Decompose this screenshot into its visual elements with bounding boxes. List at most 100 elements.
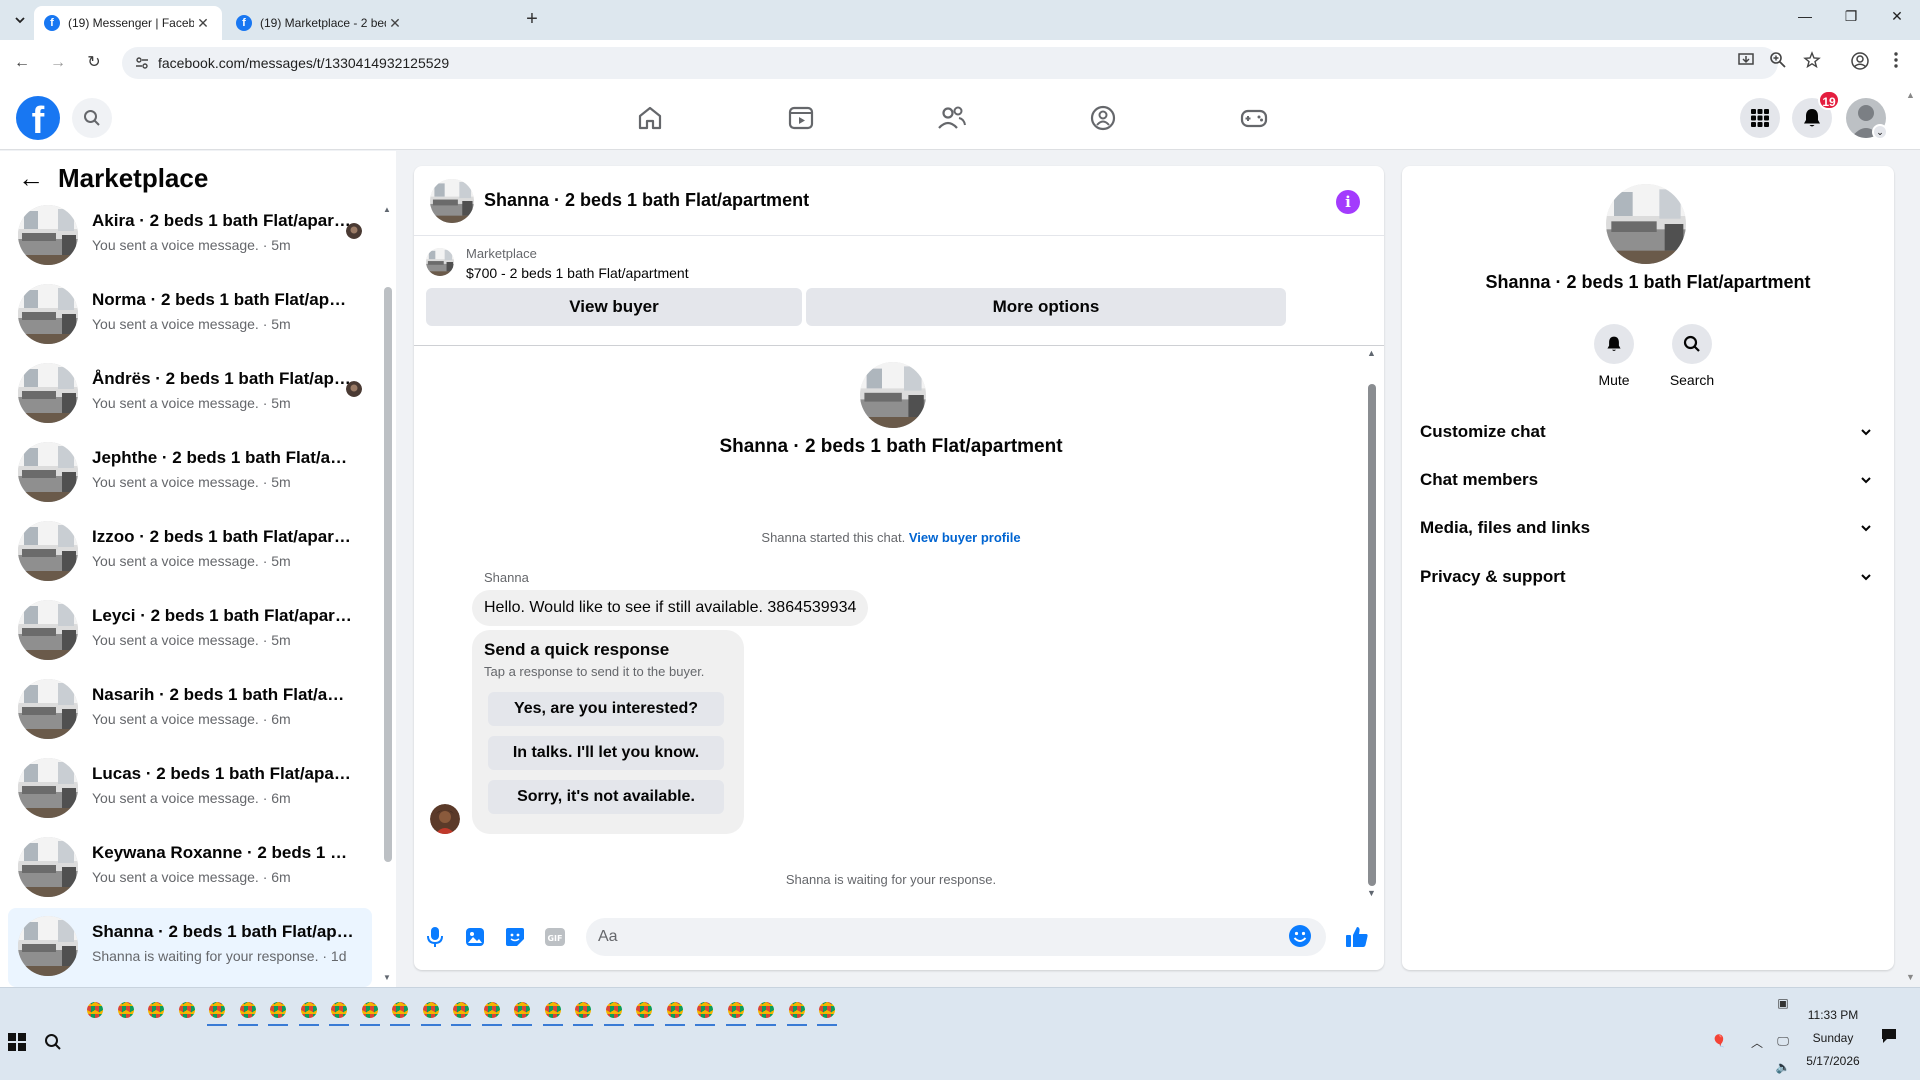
nav-groups[interactable] <box>1087 102 1119 134</box>
start-button[interactable] <box>8 1033 28 1053</box>
conversation-item[interactable]: Åndrës · 2 beds 1 bath Flat/apartment You… <box>8 355 372 434</box>
taskbar-app-icon[interactable] <box>80 994 111 1026</box>
taskbar-app-icon[interactable] <box>751 994 782 1026</box>
taskbar-app-icon[interactable] <box>385 994 416 1026</box>
chat-scroll-down-arrow[interactable]: ▼ <box>1367 888 1376 898</box>
emoji-button[interactable] <box>1288 924 1314 950</box>
listing-thumbnail[interactable] <box>426 248 454 276</box>
chat-scrollbar[interactable] <box>1368 384 1376 886</box>
browser-menu-icon[interactable] <box>1884 51 1908 75</box>
attach-photo-button[interactable] <box>462 924 488 950</box>
nav-home[interactable] <box>634 102 666 134</box>
nav-gaming[interactable] <box>1238 102 1270 134</box>
section-customize-chat[interactable]: Customize chat <box>1410 410 1886 454</box>
taskbar-app-icon[interactable] <box>111 994 142 1026</box>
message-input[interactable]: Aa <box>586 918 1326 956</box>
search-in-chat-button[interactable] <box>1672 324 1712 364</box>
section-chat-members[interactable]: Chat members <box>1410 458 1886 502</box>
taskbar-app-icon[interactable] <box>416 994 447 1026</box>
taskbar-app-icon[interactable] <box>538 994 569 1026</box>
taskbar-app-icon[interactable] <box>629 994 660 1026</box>
chat-avatar[interactable] <box>430 179 474 223</box>
tab-close-icon[interactable]: ✕ <box>194 15 212 32</box>
search-action[interactable]: Search <box>1662 324 1722 388</box>
nav-friends[interactable] <box>936 102 968 134</box>
close-window-button[interactable]: ✕ <box>1882 8 1912 32</box>
conversation-item[interactable]: Izzoo · 2 beds 1 bath Flat/apartment You … <box>8 513 372 592</box>
minimize-button[interactable]: — <box>1790 8 1820 32</box>
taskbar-app-icon[interactable] <box>568 994 599 1026</box>
quick-reply-not-available[interactable]: Sorry, it's not available. <box>488 780 724 814</box>
menu-button[interactable] <box>1740 98 1780 138</box>
tab-search-button[interactable] <box>8 8 32 32</box>
profile-icon[interactable] <box>1848 51 1872 75</box>
taskbar-clock[interactable]: 11:33 PM Sunday 5/17/2026 <box>1788 1004 1878 1073</box>
zoom-icon[interactable] <box>1766 51 1790 75</box>
taskbar-app-icon[interactable] <box>507 994 538 1026</box>
chat-scroll-up-arrow[interactable]: ▲ <box>1367 348 1376 358</box>
conversation-item[interactable]: Akira · 2 beds 1 bath Flat/apartment You … <box>8 197 372 276</box>
voice-clip-button[interactable] <box>422 924 448 950</box>
sender-avatar[interactable] <box>430 804 460 834</box>
site-settings-icon[interactable] <box>134 55 150 71</box>
bookmark-star-icon[interactable] <box>1800 51 1824 75</box>
taskbar-app-icon[interactable] <box>812 994 843 1026</box>
taskbar-search-button[interactable] <box>44 1033 64 1053</box>
back-arrow-icon[interactable]: ← <box>18 163 44 194</box>
taskbar-app-icon[interactable] <box>782 994 813 1026</box>
listing-title[interactable]: $700 - 2 beds 1 bath Flat/apartment <box>466 265 689 281</box>
page-scroll-up-arrow[interactable]: ▲ <box>1906 90 1918 100</box>
install-app-icon[interactable] <box>1734 51 1758 75</box>
info-icon[interactable]: i <box>1336 190 1360 214</box>
taskbar-app-icon[interactable] <box>721 994 752 1026</box>
list-scroll-down-arrow[interactable]: ▼ <box>383 973 391 982</box>
taskbar-app-icon[interactable] <box>690 994 721 1026</box>
account-caret-icon[interactable]: ⌄ <box>1872 124 1888 140</box>
notification-center-icon[interactable] <box>1880 1028 1898 1046</box>
forward-button[interactable]: → <box>46 51 70 75</box>
view-buyer-button[interactable]: View buyer <box>426 288 802 326</box>
taskbar-app-icon[interactable] <box>324 994 355 1026</box>
taskbar-app-icon[interactable] <box>477 994 508 1026</box>
nav-video[interactable] <box>785 102 817 134</box>
mute-button[interactable] <box>1594 324 1634 364</box>
conversation-item[interactable]: Jephthe · 2 beds 1 bath Flat/apartment Yo… <box>8 434 372 513</box>
list-scrollbar[interactable] <box>384 287 392 862</box>
conversation-item[interactable]: Keywana Roxanne · 2 beds 1 bath Flat/apa… <box>8 829 372 908</box>
incoming-message-bubble[interactable]: Hello. Would like to see if still availa… <box>472 590 869 626</box>
facebook-search-button[interactable] <box>72 98 112 138</box>
new-tab-button[interactable]: + <box>520 8 544 32</box>
taskbar-app-icon[interactable] <box>233 994 264 1026</box>
reload-button[interactable]: ↻ <box>82 51 106 75</box>
restore-button[interactable]: ❐ <box>1836 8 1866 32</box>
taskbar-app-icon[interactable] <box>446 994 477 1026</box>
conversation-item[interactable]: Nasarih · 2 beds 1 bath Flat/apartment Yo… <box>8 671 372 750</box>
taskbar-app-icon[interactable] <box>660 994 691 1026</box>
facebook-logo[interactable]: f <box>16 96 60 142</box>
list-scroll-up-arrow[interactable]: ▲ <box>383 205 391 214</box>
info-avatar[interactable] <box>1606 184 1686 264</box>
taskbar-app-icon[interactable] <box>294 994 325 1026</box>
tab-marketplace[interactable]: f (19) Marketplace - 2 beds 1 bath ✕ <box>226 6 414 40</box>
address-bar[interactable]: facebook.com/messages/t/1330414932125529 <box>122 47 1778 79</box>
section-media-files-links[interactable]: Media, files and links <box>1410 506 1886 550</box>
conversation-item[interactable]: Norma · 2 beds 1 bath Flat/apartment You … <box>8 276 372 355</box>
conversation-item[interactable]: Lucas · 2 beds 1 bath Flat/apartment You … <box>8 750 372 829</box>
conversation-item[interactable]: Leyci · 2 beds 1 bath Flat/apartment You … <box>8 592 372 671</box>
quick-reply-in-talks[interactable]: In talks. I'll let you know. <box>488 736 724 770</box>
sticker-button[interactable] <box>502 924 528 950</box>
mute-action[interactable]: Mute <box>1584 324 1644 388</box>
chat-title[interactable]: Shanna · 2 beds 1 bath Flat/apartment <box>484 190 809 211</box>
show-hidden-icons-chevron-icon[interactable]: ︿ <box>1748 1034 1766 1052</box>
page-scroll-down-arrow[interactable]: ▼ <box>1906 972 1918 982</box>
more-options-button[interactable]: More options <box>806 288 1286 326</box>
quick-reply-interested[interactable]: Yes, are you interested? <box>488 692 724 726</box>
taskbar-app-icon[interactable] <box>355 994 386 1026</box>
tray-app-icon[interactable]: 🎈 <box>1710 1034 1728 1052</box>
taskbar-app-icon[interactable] <box>599 994 630 1026</box>
gif-button[interactable]: GIF <box>542 924 568 950</box>
view-buyer-profile-link[interactable]: View buyer profile <box>909 530 1021 545</box>
section-privacy-support[interactable]: Privacy & support <box>1410 555 1886 599</box>
tab-close-icon[interactable]: ✕ <box>386 15 404 32</box>
conversation-item[interactable]: Shanna · 2 beds 1 bath Flat/apartment Sha… <box>8 908 372 987</box>
